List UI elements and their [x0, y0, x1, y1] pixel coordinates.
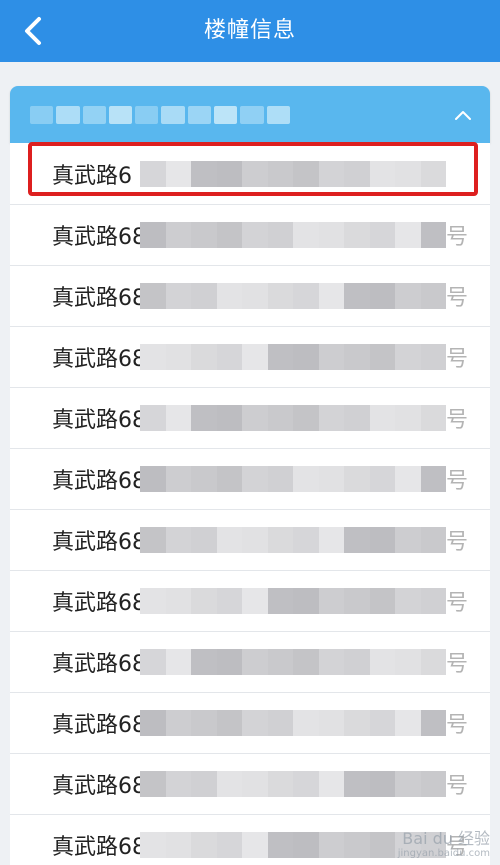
- list-item[interactable]: 真武路68 号: [10, 693, 490, 754]
- list-item-suffix: 号: [446, 774, 469, 799]
- list-item-suffix: 号: [446, 347, 469, 372]
- list-item[interactable]: 真武路68 号: [10, 266, 490, 327]
- blurred-section-title: [30, 106, 290, 124]
- list-item-label: 真武路68: [52, 835, 146, 860]
- list-item-suffix: 号: [446, 225, 469, 250]
- blurred-address: [140, 649, 446, 675]
- blurred-address: [140, 710, 446, 736]
- list-item-label: 真武路68: [52, 713, 146, 738]
- list-item-label: 真武路68: [52, 774, 146, 799]
- list-item[interactable]: 真武路68 号: [10, 327, 490, 388]
- list-item-suffix: 号: [446, 591, 469, 616]
- watermark-url: jingyan.baidu.com: [397, 848, 490, 859]
- blurred-address: [140, 771, 446, 797]
- top-app-bar: 楼幢信息: [0, 0, 500, 62]
- section-header[interactable]: [10, 86, 490, 143]
- blurred-address: [140, 466, 446, 492]
- list-item[interactable]: 真武路68 号: [10, 510, 490, 571]
- list-item-suffix: 号: [446, 530, 469, 555]
- page-title: 楼幢信息: [203, 18, 296, 43]
- watermark: Bai du 经验 jingyan.baidu.com: [398, 830, 490, 859]
- list-item[interactable]: 真武路68 号: [10, 388, 490, 449]
- blurred-address: [140, 222, 446, 248]
- list-item-suffix: 号: [446, 469, 469, 494]
- list-item[interactable]: 真武路68 号: [10, 754, 490, 815]
- blurred-address: [140, 405, 446, 431]
- list-item-suffix: 号: [446, 713, 469, 738]
- list-item-label: 真武路68: [52, 469, 146, 494]
- list-item-label: 真武路68: [52, 591, 146, 616]
- list-item-suffix: 号: [446, 286, 469, 311]
- list-item-suffix: 号: [446, 408, 469, 433]
- blurred-address: [140, 344, 446, 370]
- list-item[interactable]: 真武路68 号: [10, 205, 490, 266]
- list-item-label: 真武路68: [52, 286, 146, 311]
- blurred-address: [140, 283, 446, 309]
- list-item-suffix: 号: [446, 652, 469, 677]
- list-item-label: 真武路68: [52, 652, 146, 677]
- list-item-label: 真武路68: [52, 408, 146, 433]
- blurred-address: [140, 527, 446, 553]
- collapse-button[interactable]: [450, 102, 476, 128]
- building-list: 真武路6 真武路68 号真武路68 号真武路68 号真武路68 号真武路68 号真武路68 号…: [10, 143, 490, 865]
- blurred-address: [140, 588, 446, 614]
- chevron-up-icon: [455, 111, 471, 120]
- list-item-label: 真武路68: [52, 225, 146, 250]
- list-item-label: 真武路68: [52, 347, 146, 372]
- list-item[interactable]: 真武路68 号: [10, 571, 490, 632]
- blurred-address: [140, 161, 446, 187]
- list-item[interactable]: 真武路68 号: [10, 632, 490, 693]
- list-item-label: 真武路6: [52, 164, 132, 189]
- list-item-label: 真武路68: [52, 530, 146, 555]
- list-item[interactable]: 真武路6: [10, 144, 490, 205]
- list-item[interactable]: 真武路68 号: [10, 449, 490, 510]
- watermark-brand: Bai du 经验: [402, 829, 490, 849]
